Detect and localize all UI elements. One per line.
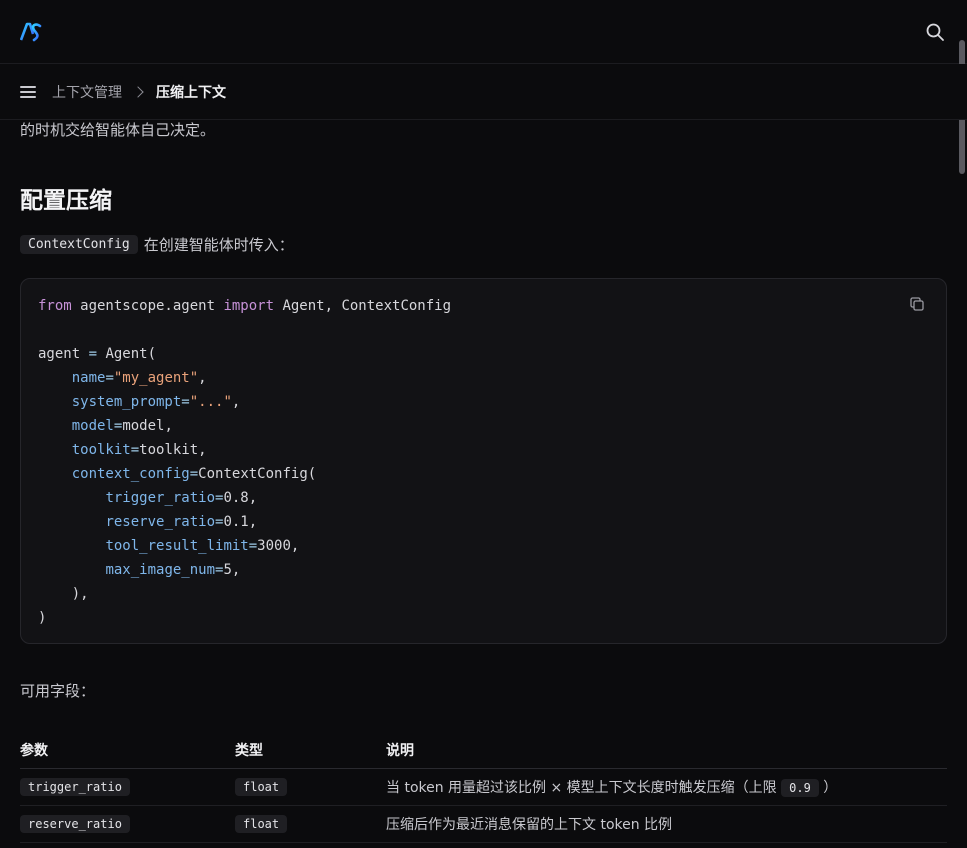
desc-cell: 压缩后作为最近消息保留的上下文 token 比例 <box>386 805 947 843</box>
config-paragraph: ContextConfig 在创建智能体时传入： <box>20 234 294 255</box>
table-row: trigger_ratio float 当 token 用量超过该比例 × 模型… <box>20 768 947 806</box>
breadcrumb-current: 压缩上下文 <box>156 84 226 101</box>
copy-icon[interactable] <box>910 297 924 311</box>
desc-cell: 当 token 用量超过该比例 × 模型上下文长度时触发压缩（上限 0.9 ） <box>386 768 947 806</box>
code-content: from agentscope.agent import Agent, Cont… <box>38 298 452 626</box>
search-icon[interactable] <box>924 21 946 43</box>
top-bar <box>0 0 967 64</box>
type-cell: float <box>235 805 386 843</box>
intro-text: 的时机交给智能体自己决定。 <box>20 121 216 139</box>
breadcrumb-parent[interactable]: 上下文管理 <box>52 82 122 102</box>
desc-code-tag: 0.9 <box>781 778 819 797</box>
table-row: reserve_ratio float 压缩后作为最近消息保留的上下文 toke… <box>20 805 947 843</box>
table-header-desc: 说明 <box>386 732 947 769</box>
section-heading: 配置压缩 <box>20 188 112 214</box>
param-cell: trigger_ratio <box>20 768 235 806</box>
type-tag: float <box>235 814 288 833</box>
table-header-param: 参数 <box>20 732 235 769</box>
desc-text: 当 token 用量超过该比例 × 模型上下文长度时触发压缩（上限 <box>386 779 777 796</box>
param-tag: trigger_ratio <box>20 777 130 796</box>
desc-tail: ） <box>823 779 838 796</box>
type-cell: float <box>235 768 386 806</box>
table-header-row: 参数 类型 说明 <box>20 732 947 769</box>
param-tag: reserve_ratio <box>20 814 130 833</box>
breadcrumb: 上下文管理 压缩上下文 <box>0 64 967 120</box>
config-paragraph-text: 在创建智能体时传入： <box>143 236 294 254</box>
menu-icon[interactable] <box>20 85 36 99</box>
code-block: from agentscope.agent import Agent, Cont… <box>20 278 947 644</box>
agentscope-logo[interactable] <box>20 22 42 42</box>
inline-code-contextconfig: ContextConfig <box>20 235 138 254</box>
fields-table: 参数 类型 说明 trigger_ratio float 当 token 用量超… <box>20 732 947 843</box>
fields-label: 可用字段： <box>20 682 96 700</box>
table-header-type: 类型 <box>235 732 386 769</box>
type-tag: float <box>235 777 288 796</box>
desc-text: 压缩后作为最近消息保留的上下文 token 比例 <box>386 816 673 833</box>
param-cell: reserve_ratio <box>20 805 235 843</box>
chevron-right-icon <box>132 85 144 98</box>
